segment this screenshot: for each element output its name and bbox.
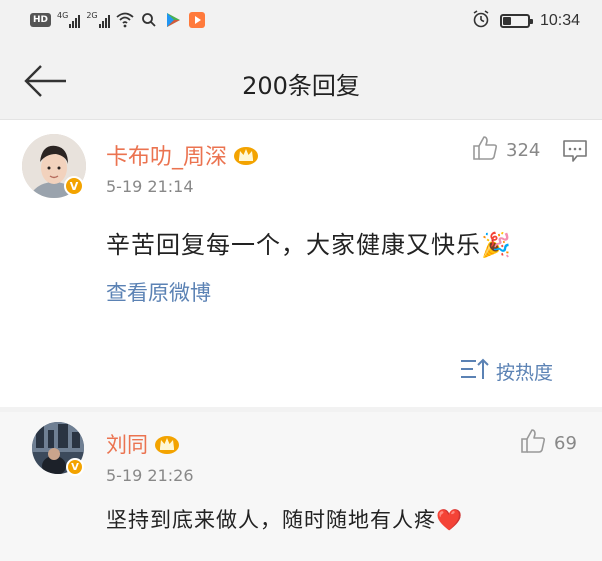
reply-thumbs-up-icon [520,428,546,459]
view-original-link[interactable]: 查看原微博 [106,277,211,307]
main-comment: V 卡布叻_周深 5-19 21:14 324 辛苦回复每一个，大家健康又快乐🎉… [0,121,602,407]
signal-type-label: 4G [57,11,69,20]
comment-more-icon[interactable] [562,139,588,163]
status-bar: HD 4G 2G 10:34 [0,0,602,42]
hd-badge: HD [30,13,52,27]
play-store-icon [164,11,182,29]
reply-timestamp: 5-19 21:26 [106,466,194,485]
verified-badge-icon: V [64,176,84,196]
sort-label: 按热度 [496,362,554,384]
signal-icon: 4G [57,11,81,28]
sort-icon [460,357,490,386]
reply-verified-badge-icon: V [66,458,84,476]
like-button[interactable]: 324 [472,135,540,166]
reply-text: 坚持到底来做人，随时随地有人疼❤️ [106,508,464,532]
username[interactable]: 卡布叻_周深 [106,139,227,171]
alarm-icon [472,10,490,32]
status-time: 10:34 [539,12,580,29]
reply-username[interactable]: 刘同 [106,429,148,459]
battery-icon [499,14,533,28]
reply-username-row: 刘同 [106,429,180,459]
sort-by-hot-button[interactable]: 按热度 [460,357,553,386]
username-row: 卡布叻_周深 [106,139,259,171]
comment-text: 辛苦回复每一个，大家健康又快乐🎉 [106,231,512,259]
thumbs-up-icon [472,135,498,166]
comment-timestamp: 5-19 21:14 [106,177,194,196]
reply-like-count: 69 [554,433,577,454]
reply-crown-icon [154,433,180,455]
signal-type-label-2: 2G [86,11,98,20]
video-app-icon [188,11,206,29]
like-count: 324 [506,140,541,161]
signal-icon-2: 2G [86,11,110,28]
search-icon [140,11,158,29]
reply-like-button[interactable]: 69 [520,428,577,459]
reply-item: V 刘同 5-19 21:26 69 坚持到底来做人，随时随地有人疼❤️ [0,412,602,561]
crown-icon [233,144,259,166]
nav-bar: 200条回复 [0,42,602,120]
page-title: 200条回复 [242,72,360,100]
wifi-icon [116,11,134,29]
